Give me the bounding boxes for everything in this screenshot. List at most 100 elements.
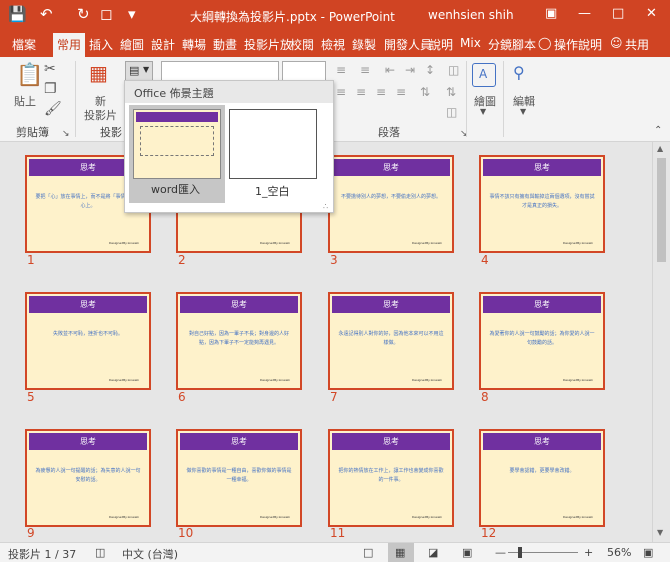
undo-icon[interactable]: ↶ <box>40 5 53 23</box>
slide-thumbnail[interactable]: 思考 要學會認錯，更要學會改錯。 DesignedBy:Linweik <box>479 429 605 527</box>
align-left-icon[interactable]: ≡ <box>336 85 346 99</box>
slide-text: 把你的熱情放在工作上，讓工作也會變成你喜歡的一件事。 <box>338 468 444 483</box>
tab-recording[interactable]: 錄製 <box>352 36 376 53</box>
zoom-slider[interactable] <box>508 547 578 558</box>
slide-title: 思考 <box>180 433 298 450</box>
zoom-out-icon[interactable]: — <box>495 546 506 559</box>
chevron-down-icon: ▼ <box>480 107 487 116</box>
scroll-thumb[interactable] <box>657 158 666 262</box>
line-spacing-icon[interactable]: ↕ <box>425 63 435 77</box>
vertical-scrollbar[interactable]: ▲ ▼ <box>652 142 670 542</box>
bullets-icon[interactable]: ≡ <box>336 63 346 77</box>
language-indicator[interactable]: 中文 (台灣) <box>122 546 178 562</box>
align-text-icon[interactable]: ⇅ <box>446 85 456 99</box>
slide-thumbnail[interactable]: 思考 為愛著你的人說一句鼓勵的話；為你愛的人說一句鼓勵的話。 DesignedB… <box>479 292 605 390</box>
slide-thumbnail[interactable]: 思考 為疲憊的人說一句提醒的話；為失意的人說一句安慰的話。 DesignedBy… <box>25 429 151 527</box>
layout-option-blank[interactable] <box>229 109 317 179</box>
ribbon-display-options-icon[interactable]: ▣ <box>545 6 557 21</box>
slide-thumbnail[interactable]: 思考 永遠記得別人對你的好，因為他本來可以不用這樣做。 DesignedBy:L… <box>328 292 454 390</box>
scroll-up-icon[interactable]: ▲ <box>657 144 663 153</box>
slide-thumbnail[interactable]: 思考 不要擔待別人的夢想，不要偷走別人的夢想。 DesignedBy:Linwe… <box>328 155 454 253</box>
scroll-down-icon[interactable]: ▼ <box>657 528 663 537</box>
save-icon[interactable]: 💾 <box>8 5 27 23</box>
tab-file[interactable]: 檔案 <box>12 36 36 53</box>
tab-review[interactable]: 校閱 <box>290 36 314 53</box>
slide-thumbnail[interactable]: 思考 失敗並不可恥，挫折也不可恥。 DesignedBy:Linweik <box>25 292 151 390</box>
tab-help[interactable]: 說明 <box>429 36 453 53</box>
clipboard-launcher-icon[interactable]: ↘ <box>62 129 70 139</box>
numbering-icon[interactable]: ≡ <box>360 63 370 77</box>
tell-me-icon[interactable]: ◯ <box>538 36 551 50</box>
slideshow-view-icon[interactable]: ▣ <box>462 546 472 559</box>
slide-number: 4 <box>481 253 489 267</box>
align-center-icon[interactable]: ≡ <box>356 85 366 99</box>
increase-indent-icon[interactable]: ⇥ <box>405 63 415 77</box>
slide-number: 7 <box>330 390 338 404</box>
fit-to-window-icon[interactable]: ▣ <box>643 546 653 559</box>
layout-button[interactable]: ▤ ▼ <box>125 61 153 81</box>
slide-sorter-view-icon[interactable]: ▦ <box>388 543 414 562</box>
slide-footer: DesignedBy:Linweik <box>411 378 442 382</box>
normal-view-icon[interactable]: □ <box>363 546 373 559</box>
font-name-dropdown[interactable] <box>161 61 279 81</box>
tell-me-search[interactable]: 操作說明 <box>554 36 602 53</box>
tab-developer[interactable]: 開發人員 <box>384 36 432 53</box>
slide-title: 思考 <box>483 159 601 176</box>
user-name[interactable]: wenhsien shih <box>428 8 514 22</box>
shapes-icon[interactable]: A <box>472 63 496 87</box>
layout-option-word-import[interactable]: word匯入 <box>129 105 225 203</box>
redo-icon[interactable]: ↻ <box>77 5 90 23</box>
zoom-in-icon[interactable]: + <box>584 546 593 559</box>
zoom-level[interactable]: 56% <box>607 546 631 559</box>
new-slide-button-label2[interactable]: 投影片 <box>84 107 117 123</box>
slide-text: 要學會認錯，更要學會改錯。 <box>509 468 575 474</box>
find-icon[interactable]: ⚲ <box>513 63 525 82</box>
tab-storyboarding[interactable]: 分鏡腳本 <box>488 36 536 53</box>
layout-icon: ▤ <box>129 64 140 77</box>
tab-view[interactable]: 檢視 <box>321 36 345 53</box>
zoom-slider-thumb[interactable] <box>518 547 522 558</box>
tab-draw[interactable]: 繪圖 <box>120 36 144 53</box>
tab-mix[interactable]: Mix <box>460 36 481 50</box>
slide-thumbnail[interactable]: 思考 把你的熱情放在工作上，讓工作也會變成你喜歡的一件事。 DesignedBy… <box>328 429 454 527</box>
tab-home[interactable]: 常用 <box>53 33 86 57</box>
collapse-ribbon-icon[interactable]: ⌃ <box>654 125 662 136</box>
tab-transitions[interactable]: 轉場 <box>182 36 206 53</box>
copy-icon[interactable]: ❐ <box>44 81 57 97</box>
layout-gallery: Office 佈景主題 word匯入 1_空白 ∴ <box>124 80 334 213</box>
present-icon[interactable]: ◻ <box>100 5 112 23</box>
slide-thumbnail[interactable]: 思考 事情不該只有擁有與輸掉這兩個選項，沒有嘗試才是真正的損失。 Designe… <box>479 155 605 253</box>
decrease-indent-icon[interactable]: ⇤ <box>385 63 395 77</box>
text-direction-icon[interactable]: ⇅ <box>420 85 430 99</box>
smartart-icon[interactable]: ◫ <box>446 105 457 119</box>
close-icon[interactable]: ✕ <box>646 6 657 21</box>
notes-indicator-icon[interactable]: ◫ <box>95 546 105 559</box>
slide-title: 思考 <box>483 296 601 313</box>
font-size-dropdown[interactable] <box>282 61 326 81</box>
tab-insert[interactable]: 插入 <box>89 36 113 53</box>
justify-icon[interactable]: ≡ <box>396 85 406 99</box>
resize-grip-icon[interactable]: ∴ <box>323 202 328 211</box>
slide-title: 思考 <box>29 296 147 313</box>
new-slide-icon[interactable]: ▦ <box>89 61 108 85</box>
minimize-icon[interactable]: — <box>578 6 591 21</box>
align-right-icon[interactable]: ≡ <box>376 85 386 99</box>
reading-view-icon[interactable]: ◪ <box>428 546 438 559</box>
slides-group-label: 投影 <box>100 126 122 139</box>
tab-design[interactable]: 設計 <box>151 36 175 53</box>
format-painter-icon[interactable]: 🖌 <box>44 101 62 117</box>
paste-icon[interactable]: 📋 <box>16 63 43 88</box>
slide-count: 投影片 1 / 37 <box>8 548 77 561</box>
slide-thumbnail[interactable]: 思考 做你喜歡的事情是一種自由，喜歡你做的事情是一種幸福。 DesignedBy… <box>176 429 302 527</box>
share-button[interactable]: 共用 <box>625 36 649 53</box>
cut-icon[interactable]: ✂ <box>44 61 56 77</box>
slide-footer: DesignedBy:Linweik <box>108 241 139 245</box>
paste-button[interactable]: 貼上 <box>14 93 36 109</box>
maximize-icon[interactable]: □ <box>612 6 624 21</box>
tab-slideshow[interactable]: 投影片放 <box>244 36 292 53</box>
tab-animations[interactable]: 動畫 <box>213 36 237 53</box>
share-icon[interactable]: ☺ <box>610 36 623 50</box>
columns-icon[interactable]: ◫ <box>448 63 459 77</box>
customize-quick-access-icon[interactable]: ▾ <box>128 5 136 23</box>
slide-thumbnail[interactable]: 思考 對自己好點，因為一輩子不長；對身邊的人好點，因為下輩子不一定能夠再遇見。 … <box>176 292 302 390</box>
